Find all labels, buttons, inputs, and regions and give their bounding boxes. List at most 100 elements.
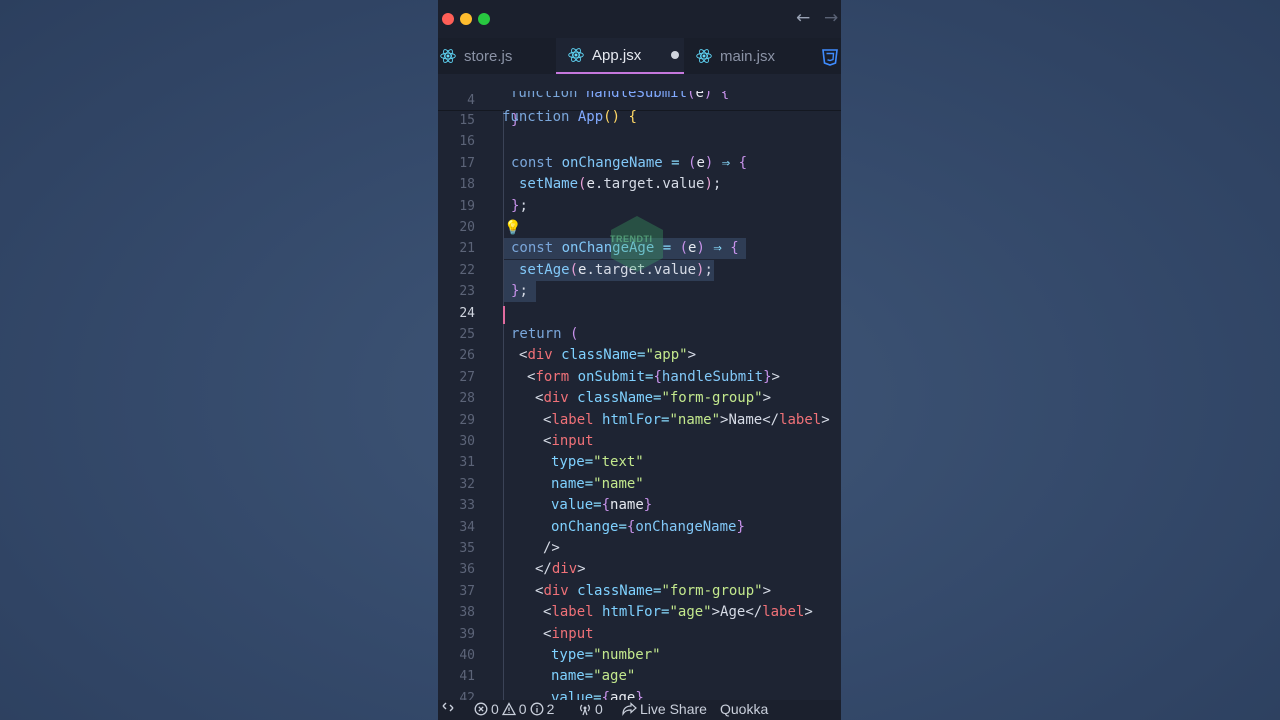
sticky-line[interactable]: 4 function App() { <box>438 75 841 125</box>
line-number: 20 <box>459 220 475 235</box>
maximize-window-button[interactable] <box>478 13 490 25</box>
code-line[interactable]: 39 <input <box>438 624 841 645</box>
code-line[interactable]: 38 <label htmlFor="age">Age</label> <box>438 602 841 623</box>
code-editor[interactable]: 4 function App() { 12 function handleSub… <box>438 74 841 700</box>
quokka-label: Quokka <box>720 701 769 717</box>
line-number: 37 <box>459 583 475 599</box>
line-number: 42 <box>459 690 475 700</box>
problems-indicator[interactable]: 0 0 2 <box>474 701 554 717</box>
code-text: <label htmlFor="name">Name</label> <box>543 411 830 428</box>
line-number: 28 <box>459 391 475 407</box>
code-text: value={name} <box>551 497 653 514</box>
code-line[interactable]: 30 <input <box>438 431 841 452</box>
react-icon <box>696 49 712 63</box>
code-line[interactable]: 35 /> <box>438 538 841 559</box>
react-icon <box>568 48 584 62</box>
minimize-window-button[interactable] <box>460 13 472 25</box>
line-number: 26 <box>459 348 475 364</box>
forward-arrow-icon[interactable]: → <box>824 8 838 28</box>
remote-icon <box>442 702 454 712</box>
info-count: 2 <box>546 701 555 717</box>
lightbulb-icon[interactable]: 💡 <box>504 220 521 236</box>
code-line[interactable]: 42 value={age} <box>438 688 841 700</box>
code-text: function App() { <box>502 109 637 125</box>
line-number: 33 <box>459 498 475 514</box>
line-number: 30 <box>459 434 475 449</box>
code-text: const onChangeName = (e) ⇒ { <box>511 154 748 171</box>
code-text: /> <box>543 540 560 556</box>
line-number: 36 <box>459 562 475 578</box>
react-icon <box>440 49 456 63</box>
ports-indicator[interactable]: 0 <box>578 701 603 717</box>
remote-indicator[interactable] <box>442 701 454 713</box>
line-number: 39 <box>459 626 475 642</box>
code-text: <input <box>543 433 594 449</box>
code-line[interactable]: 23}; <box>438 281 841 302</box>
code-line[interactable]: 29 <label htmlFor="name">Name</label> <box>438 410 841 431</box>
code-line[interactable]: 17 const onChangeName = (e) ⇒ { <box>438 153 841 174</box>
warning-count: 0 <box>518 701 527 717</box>
code-line[interactable]: 40 type="number" <box>438 645 841 666</box>
code-line[interactable]: 28 <div className="form-group"> <box>438 388 841 409</box>
line-number: 35 <box>459 541 475 556</box>
code-text: <div className="form-group"> <box>535 390 772 407</box>
code-line[interactable]: 36 </div> <box>438 559 841 580</box>
line-number: 22 <box>459 262 475 278</box>
code-line[interactable]: 34 onChange={onChangeName} <box>438 517 841 538</box>
code-line[interactable]: 33 value={name} <box>438 495 841 516</box>
css-file-icon[interactable] <box>821 48 839 66</box>
title-bar: ← → <box>438 0 841 38</box>
tab-store-js[interactable]: store.js <box>440 38 556 74</box>
line-number: 17 <box>459 155 475 171</box>
code-line[interactable]: 31 type="text" <box>438 452 841 473</box>
live-share-icon <box>622 702 637 716</box>
broadcast-icon <box>580 704 590 716</box>
quokka-button[interactable]: Quokka <box>720 701 768 717</box>
line-number: 32 <box>459 476 475 492</box>
line-number: 21 <box>459 241 475 257</box>
line-number: 40 <box>459 648 475 663</box>
line-number: 27 <box>459 369 475 385</box>
sticky-scroll-header[interactable]: 4 function App() { 12 function handleSub… <box>438 74 841 125</box>
ports-count: 0 <box>595 701 603 717</box>
tab-label: main.jsx <box>720 47 776 65</box>
line-number: 34 <box>459 519 475 535</box>
tab-bar: store.js App.jsx main.jsx <box>438 38 841 74</box>
live-share-button[interactable]: Live Share <box>621 701 707 717</box>
code-text: setName(e.target.value); <box>519 176 722 193</box>
back-arrow-icon[interactable]: ← <box>796 8 810 28</box>
code-line[interactable]: 32 name="name" <box>438 474 841 495</box>
watermark-logo-icon <box>611 216 663 272</box>
code-text: <input <box>543 625 594 642</box>
close-window-button[interactable] <box>442 13 454 25</box>
live-share-label: Live Share <box>640 701 707 717</box>
code-text: <form onSubmit={handleSubmit}> <box>527 368 780 385</box>
code-line[interactable]: 41 name="age" <box>438 666 841 687</box>
error-count: 0 <box>491 701 499 717</box>
code-text: <label htmlFor="age">Age</label> <box>543 604 813 621</box>
code-line[interactable]: 18 setName(e.target.value); <box>438 174 841 195</box>
code-line[interactable]: 26 <div className="app"> <box>438 345 841 366</box>
sticky-line[interactable]: 12 function handleSubmit(e) { <box>438 91 841 108</box>
code-text: </div> <box>535 561 586 578</box>
code-text: return ( <box>511 326 579 342</box>
tab-app-jsx[interactable]: App.jsx <box>556 38 684 74</box>
line-number: 29 <box>459 412 475 428</box>
code-line[interactable]: 37 <div className="form-group"> <box>438 581 841 602</box>
code-text: function handleSubmit(e) { <box>510 91 730 101</box>
unsaved-dot-icon[interactable] <box>671 51 680 59</box>
code-text: value={age} <box>551 689 644 700</box>
code-line[interactable]: 25 return ( <box>438 324 841 345</box>
line-number: 25 <box>459 327 475 342</box>
code-text: type="text" <box>551 454 644 471</box>
info-icon <box>530 702 544 716</box>
code-line[interactable]: 16 <box>438 131 841 152</box>
code-text: <div className="form-group"> <box>535 582 772 599</box>
tab-main-jsx[interactable]: main.jsx <box>696 38 812 74</box>
code-text: onChange={onChangeName} <box>551 518 745 535</box>
line-number: 38 <box>459 605 475 621</box>
code-line-current[interactable]: 24 <box>438 303 841 324</box>
code-line[interactable]: 27 <form onSubmit={handleSubmit}> <box>438 367 841 388</box>
line-number: 31 <box>459 455 475 471</box>
code-text: }; <box>511 283 528 300</box>
